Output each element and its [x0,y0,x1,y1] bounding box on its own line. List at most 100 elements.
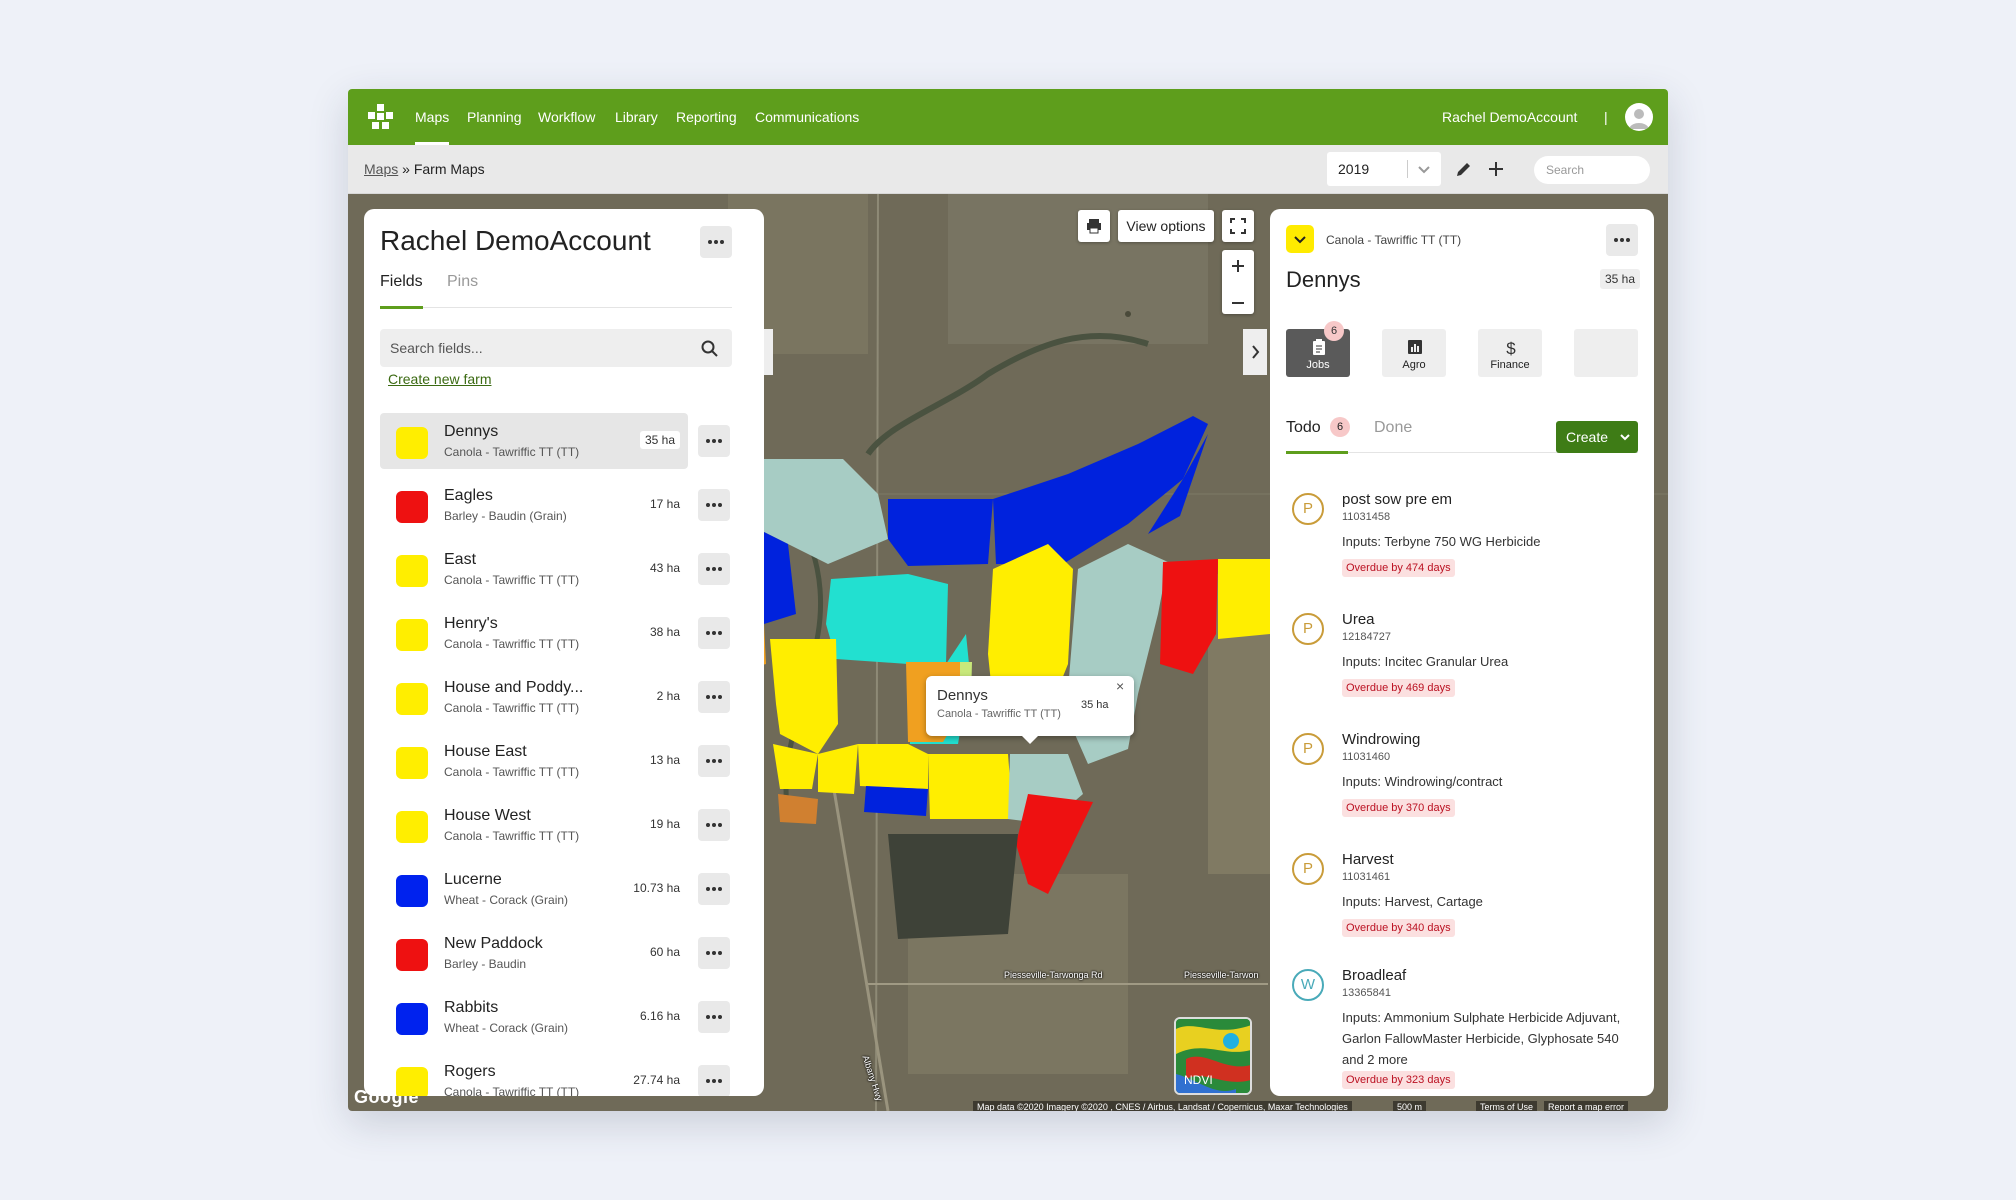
crop-color-badge[interactable] [1286,225,1314,253]
field-name: House East [444,743,527,760]
job-inputs: Inputs: Incitec Granular Urea [1342,654,1509,669]
chevron-down-icon [1620,434,1630,441]
plus-icon[interactable] [1486,159,1506,179]
job-item[interactable]: P Windrowing 11031460 Inputs: Windrowing/co… [1286,729,1636,839]
field-area-badge: 35 ha [1600,269,1641,289]
print-icon [1087,219,1101,234]
tab-todo[interactable]: Todo [1286,419,1321,437]
job-item[interactable]: P Harvest 11031461 Inputs: Harvest, Cartage… [1286,849,1636,959]
nav-maps[interactable]: Maps [415,89,450,145]
field-name: Rabbits [444,999,499,1016]
field-color-swatch [396,747,428,779]
job-item[interactable]: Ppost sow pre em 11031458 Inputs: Terbyne … [1286,489,1636,599]
field-more-button[interactable] [698,873,730,905]
field-row[interactable]: Rogers Canola - Tawriffic TT (TT) 27.74 ha [380,1053,688,1096]
user-avatar-icon[interactable] [1625,103,1653,131]
app-logo-icon[interactable] [364,101,396,133]
field-row[interactable]: Eagles Barley - Baudin (Grain) 17 ha [380,477,688,533]
field-more-button[interactable] [698,617,730,649]
field-name: House and Poddy... [444,679,584,696]
job-id: 12184727 [1342,631,1391,643]
field-crop: Canola - Tawriffic TT (TT) [444,829,580,843]
job-inputs: Inputs: Harvest, Cartage [1342,894,1483,909]
field-search-input[interactable] [380,329,732,367]
field-area: 17 ha [649,497,680,511]
zoom-in-icon[interactable] [1222,250,1254,282]
field-more-button[interactable] [698,425,730,457]
create-farm-link[interactable]: Create new farm [388,371,491,387]
report-error-link[interactable]: Report a map error [1544,1101,1629,1111]
field-popup[interactable]: Dennys Canola - Tawriffic TT (TT) 35 ha … [926,676,1134,744]
zoom-out-icon[interactable] [1222,287,1254,319]
field-color-swatch [396,939,428,971]
chevron-down-icon [1294,236,1306,244]
view-options-button[interactable]: View options [1118,210,1214,242]
popup-field-crop: Canola - Tawriffic TT (TT) [937,708,1061,720]
job-item[interactable]: W Broadleaf 13365841 Inputs: Ammonium Sulph… [1286,965,1636,1089]
map-area[interactable]: Piesseville-Tarwonga Rd Piesseville-Tarw… [348,194,1668,1111]
account-more-button[interactable] [700,226,732,258]
nav-reporting[interactable]: Reporting [676,89,737,145]
field-row[interactable]: Dennys Canola - Tawriffic TT (TT) 35 ha [380,413,688,469]
field-more-button[interactable] [698,553,730,585]
field-row[interactable]: Henry's Canola - Tawriffic TT (TT) 38 ha [380,605,688,661]
field-more-button[interactable] [698,1065,730,1096]
nav-library[interactable]: Library [615,89,658,145]
field-more-button[interactable] [698,809,730,841]
tab-done[interactable]: Done [1374,419,1412,437]
field-row[interactable]: House East Canola - Tawriffic TT (TT) 13 h… [380,733,688,789]
field-crop: Canola - Tawriffic TT (TT) [444,573,580,587]
field-more-button[interactable] [698,937,730,969]
create-job-button[interactable]: Create [1556,421,1638,453]
field-row[interactable]: New Paddock Barley - Baudin 60 ha [380,925,688,981]
global-search-input[interactable] [1534,156,1650,184]
field-name: Henry's [444,615,498,632]
fullscreen-button[interactable] [1222,210,1254,242]
zoom-control [1222,250,1254,314]
user-name[interactable]: Rachel DemoAccount [1442,89,1577,145]
pencil-icon[interactable] [1454,159,1474,179]
field-more-button[interactable] [698,681,730,713]
breadcrumb-maps-link[interactable]: Maps [364,161,398,177]
print-button[interactable] [1078,210,1110,242]
search-icon[interactable] [700,339,720,359]
tab-pins[interactable]: Pins [447,273,478,291]
terms-link[interactable]: Terms of Use [1476,1101,1538,1111]
field-area: 27.74 ha [633,1073,680,1087]
year-select[interactable]: 2019 [1327,152,1441,186]
popup-close-icon[interactable]: × [1116,678,1124,694]
field-color-swatch [396,1003,428,1035]
field-crop: Wheat - Corack (Grain) [444,893,569,907]
overdue-badge: Overdue by 469 days [1342,679,1455,697]
job-name: post sow pre em [1342,491,1453,508]
field-more-button[interactable] [698,745,730,777]
field-more-button[interactable] [1606,224,1638,256]
field-crop: Canola - Tawriffic TT (TT) [444,445,580,459]
field-row[interactable]: House and Poddy... Canola - Tawriffic TT … [380,669,688,725]
job-item[interactable]: P Urea 12184727 Inputs: Incitec Granular Ur… [1286,609,1636,719]
field-row[interactable]: House West Canola - Tawriffic TT (TT) 19 h… [380,797,688,853]
collapse-right-button[interactable] [1243,329,1267,375]
field-more-button[interactable] [698,1001,730,1033]
tab-empty[interactable] [1574,329,1638,377]
field-more-button[interactable] [698,489,730,521]
nav-planning[interactable]: Planning [467,89,522,145]
tab-fields[interactable]: Fields [380,273,423,291]
field-row[interactable]: East Canola - Tawriffic TT (TT) 43 ha [380,541,688,597]
field-crop: Canola - Tawriffic TT (TT) [1326,233,1462,247]
tab-finance[interactable]: $ Finance [1478,329,1542,377]
ndvi-layer-button[interactable]: NDVI [1174,1017,1252,1095]
overdue-badge: Overdue by 474 days [1342,559,1455,577]
ndvi-label: NDVI [1184,1073,1213,1087]
nav-separator: | [1604,109,1608,125]
jobs-count-badge: 6 [1324,321,1344,341]
popup-field-area: 35 ha [1081,699,1109,711]
nav-communications[interactable]: Communications [755,89,859,145]
field-crop: Canola - Tawriffic TT (TT) [444,701,580,715]
field-row[interactable]: Rabbits Wheat - Corack (Grain) 6.16 ha [380,989,688,1045]
field-area: 19 ha [649,817,680,831]
field-row[interactable]: Lucerne Wheat - Corack (Grain) 10.73 ha [380,861,688,917]
tab-agro[interactable]: Agro [1382,329,1446,377]
nav-workflow[interactable]: Workflow [538,89,595,145]
field-name: House West [444,807,531,824]
